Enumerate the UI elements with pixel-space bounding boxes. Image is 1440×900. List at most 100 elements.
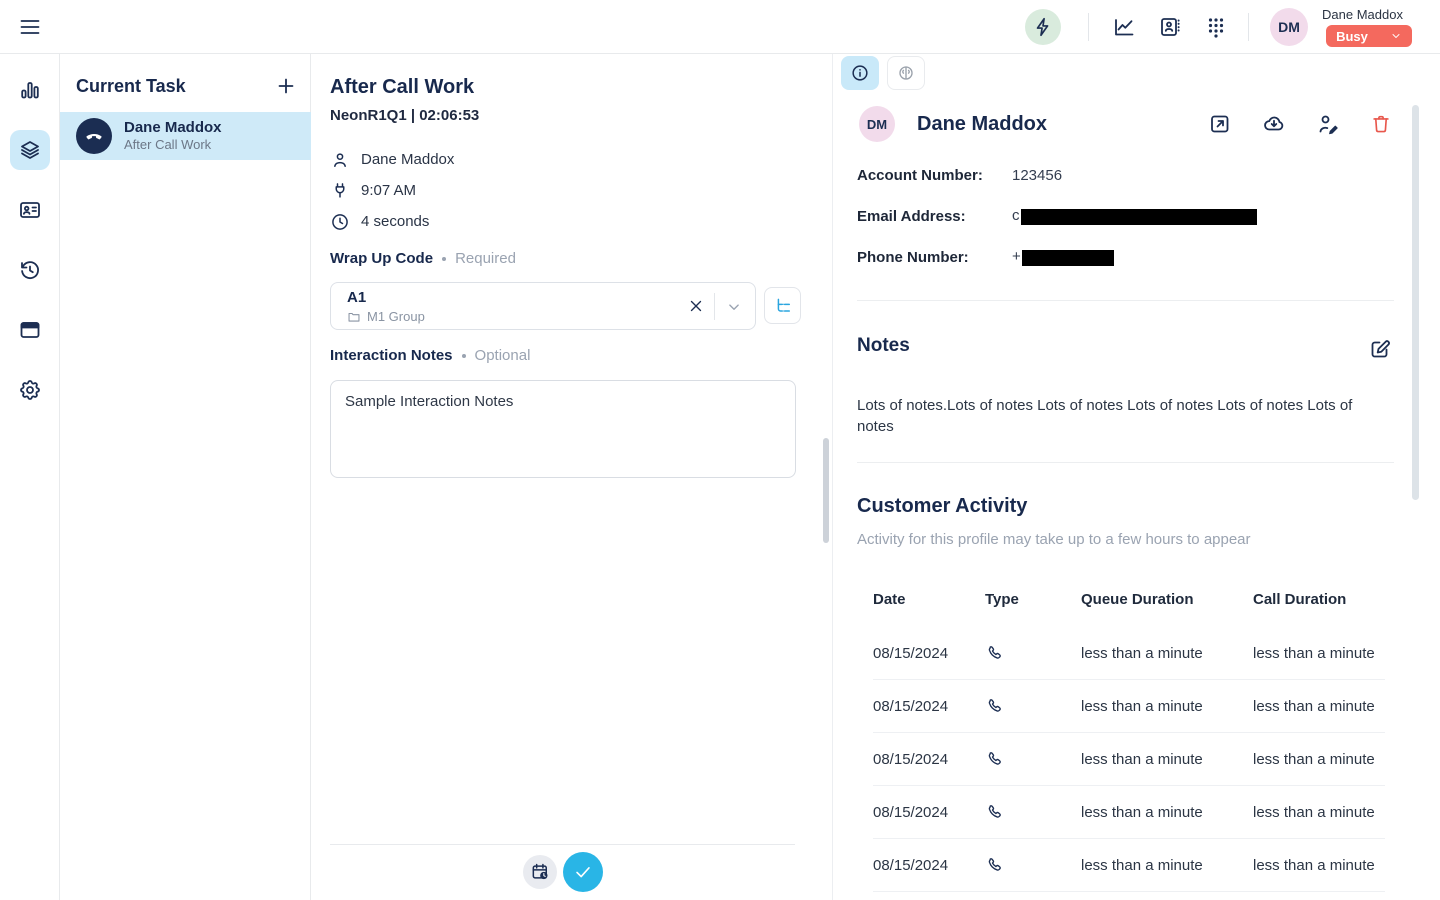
- address-book-icon[interactable]: [1158, 15, 1182, 39]
- activity-date: 08/15/2024: [873, 857, 985, 874]
- activity-call-duration: less than a minute: [1253, 698, 1385, 715]
- contact-card-icon[interactable]: [10, 190, 50, 230]
- activity-date: 08/15/2024: [873, 645, 985, 662]
- nav-rail: [0, 54, 60, 900]
- phone-number-label: Phone Number:: [857, 249, 1012, 266]
- activity-table-row: 08/15/2024 less than a minute less than …: [873, 627, 1385, 680]
- brain-icon: [897, 64, 915, 82]
- dot-separator: [462, 354, 466, 358]
- history-icon[interactable]: [10, 250, 50, 290]
- current-task-header: Current Task: [76, 74, 298, 98]
- wrap-up-code-value: A1: [347, 289, 366, 306]
- wrap-up-code-select[interactable]: A1 M1 Group: [330, 282, 756, 330]
- current-task-title: Current Task: [76, 76, 186, 97]
- column-header-type: Type: [985, 591, 1081, 608]
- activity-date: 08/15/2024: [873, 751, 985, 768]
- activity-table-header: Date Type Queue Duration Call Duration: [873, 580, 1385, 618]
- dot-separator: [442, 257, 446, 261]
- browser-window-icon[interactable]: [10, 310, 50, 350]
- activity-queue-duration: less than a minute: [1081, 751, 1253, 768]
- redaction-bar: [1022, 250, 1114, 266]
- current-task-panel: Current Task Dane Maddox After Call Work: [60, 54, 311, 900]
- task-list-item[interactable]: Dane Maddox After Call Work: [60, 112, 311, 160]
- info-circle-icon: [850, 63, 870, 83]
- account-number-label: Account Number:: [857, 167, 1012, 184]
- customer-activity-subtitle: Activity for this profile may take up to…: [857, 531, 1251, 548]
- activity-call-duration: less than a minute: [1253, 751, 1385, 768]
- customer-name: Dane Maddox: [917, 113, 1047, 136]
- schedule-callback-button[interactable]: [523, 855, 557, 889]
- phone-number-row: Phone Number: +: [857, 240, 1114, 274]
- phone-call-icon: [985, 856, 1003, 874]
- phone-call-icon: [985, 750, 1003, 768]
- line-chart-icon[interactable]: [1112, 15, 1136, 39]
- interaction-notes-input[interactable]: [330, 380, 796, 478]
- clear-icon[interactable]: [687, 297, 705, 315]
- wrap-up-tree-button[interactable]: [764, 287, 801, 324]
- phone-call-icon: [985, 697, 1003, 715]
- topbar-divider: [1248, 13, 1249, 41]
- activity-queue-duration: less than a minute: [1081, 804, 1253, 821]
- notes-title: Notes: [857, 335, 910, 357]
- add-task-button[interactable]: [274, 74, 298, 98]
- edit-note-icon[interactable]: [1368, 337, 1392, 361]
- queue-and-timer: NeonR1Q1 | 02:06:53: [330, 107, 479, 124]
- activity-table-row: 08/15/2024 less than a minute less than …: [873, 680, 1385, 733]
- activity-queue-duration: less than a minute: [1081, 645, 1253, 662]
- dialpad-icon[interactable]: [1204, 15, 1228, 39]
- center-scrollbar[interactable]: [823, 438, 829, 543]
- bar-chart-icon[interactable]: [10, 70, 50, 110]
- lightning-icon[interactable]: [1025, 9, 1061, 45]
- start-time-row: 9:07 AM: [330, 175, 454, 206]
- status-dropdown[interactable]: Busy: [1326, 25, 1412, 47]
- notes-text: Lots of notes.Lots of notes Lots of note…: [857, 395, 1387, 437]
- task-item-text: Dane Maddox After Call Work: [124, 119, 222, 154]
- activity-date: 08/15/2024: [873, 698, 985, 715]
- section-divider: [857, 300, 1394, 301]
- combo-divider: [714, 293, 715, 320]
- redaction-bar: [1021, 209, 1257, 225]
- activity-table-row: 08/15/2024 less than a minute less than …: [873, 733, 1385, 786]
- task-contact-name: Dane Maddox: [124, 119, 222, 138]
- wrap-up-requirement: Required: [455, 250, 516, 267]
- email-address-label: Email Address:: [857, 208, 1012, 225]
- person-edit-icon[interactable]: [1316, 112, 1340, 136]
- chevron-down-icon[interactable]: [725, 298, 743, 316]
- activity-call-duration: less than a minute: [1253, 857, 1385, 874]
- complete-task-button[interactable]: [563, 852, 603, 892]
- layers-icon[interactable]: [10, 130, 50, 170]
- trash-icon[interactable]: [1370, 112, 1394, 136]
- interaction-notes-requirement: Optional: [475, 347, 531, 364]
- status-label: Busy: [1336, 29, 1368, 44]
- clock-icon: [330, 212, 350, 232]
- phone-end-icon: [76, 118, 112, 154]
- right-scrollbar[interactable]: [1412, 105, 1419, 500]
- folder-icon: [347, 310, 361, 324]
- interaction-notes-label: Interaction Notes: [330, 347, 453, 364]
- column-header-call-duration: Call Duration: [1253, 591, 1385, 608]
- gear-icon[interactable]: [10, 370, 50, 410]
- customer-avatar: DM: [859, 106, 895, 142]
- customer-panel: DM Dane Maddox Account Number: 123456 Em…: [832, 54, 1440, 900]
- task-state-label: After Call Work: [124, 137, 222, 153]
- wrap-up-label: Wrap Up Code: [330, 250, 433, 267]
- person-icon: [330, 150, 350, 170]
- footer-divider: [330, 844, 795, 845]
- account-number-row: Account Number: 123456: [857, 158, 1062, 192]
- open-in-new-icon[interactable]: [1208, 112, 1232, 136]
- phone-number-value: +: [1012, 248, 1114, 265]
- tab-insights[interactable]: [887, 56, 925, 90]
- phone-call-icon: [985, 644, 1003, 662]
- user-avatar[interactable]: DM: [1270, 8, 1308, 46]
- column-header-queue-duration: Queue Duration: [1081, 591, 1253, 608]
- hamburger-menu-icon[interactable]: [18, 15, 42, 39]
- tab-customer-info[interactable]: [841, 56, 879, 90]
- task-detail-panel: After Call Work NeonR1Q1 | 02:06:53 Dane…: [311, 54, 831, 900]
- chevron-down-icon: [1390, 30, 1402, 42]
- activity-date: 08/15/2024: [873, 804, 985, 821]
- app-window: DM Dane Maddox Busy Curr: [0, 0, 1440, 900]
- cloud-download-icon[interactable]: [1262, 112, 1286, 136]
- activity-call-duration: less than a minute: [1253, 645, 1385, 662]
- activity-table-row: 08/15/2024 less than a minute less than …: [873, 839, 1385, 892]
- topbar-divider: [1088, 13, 1089, 41]
